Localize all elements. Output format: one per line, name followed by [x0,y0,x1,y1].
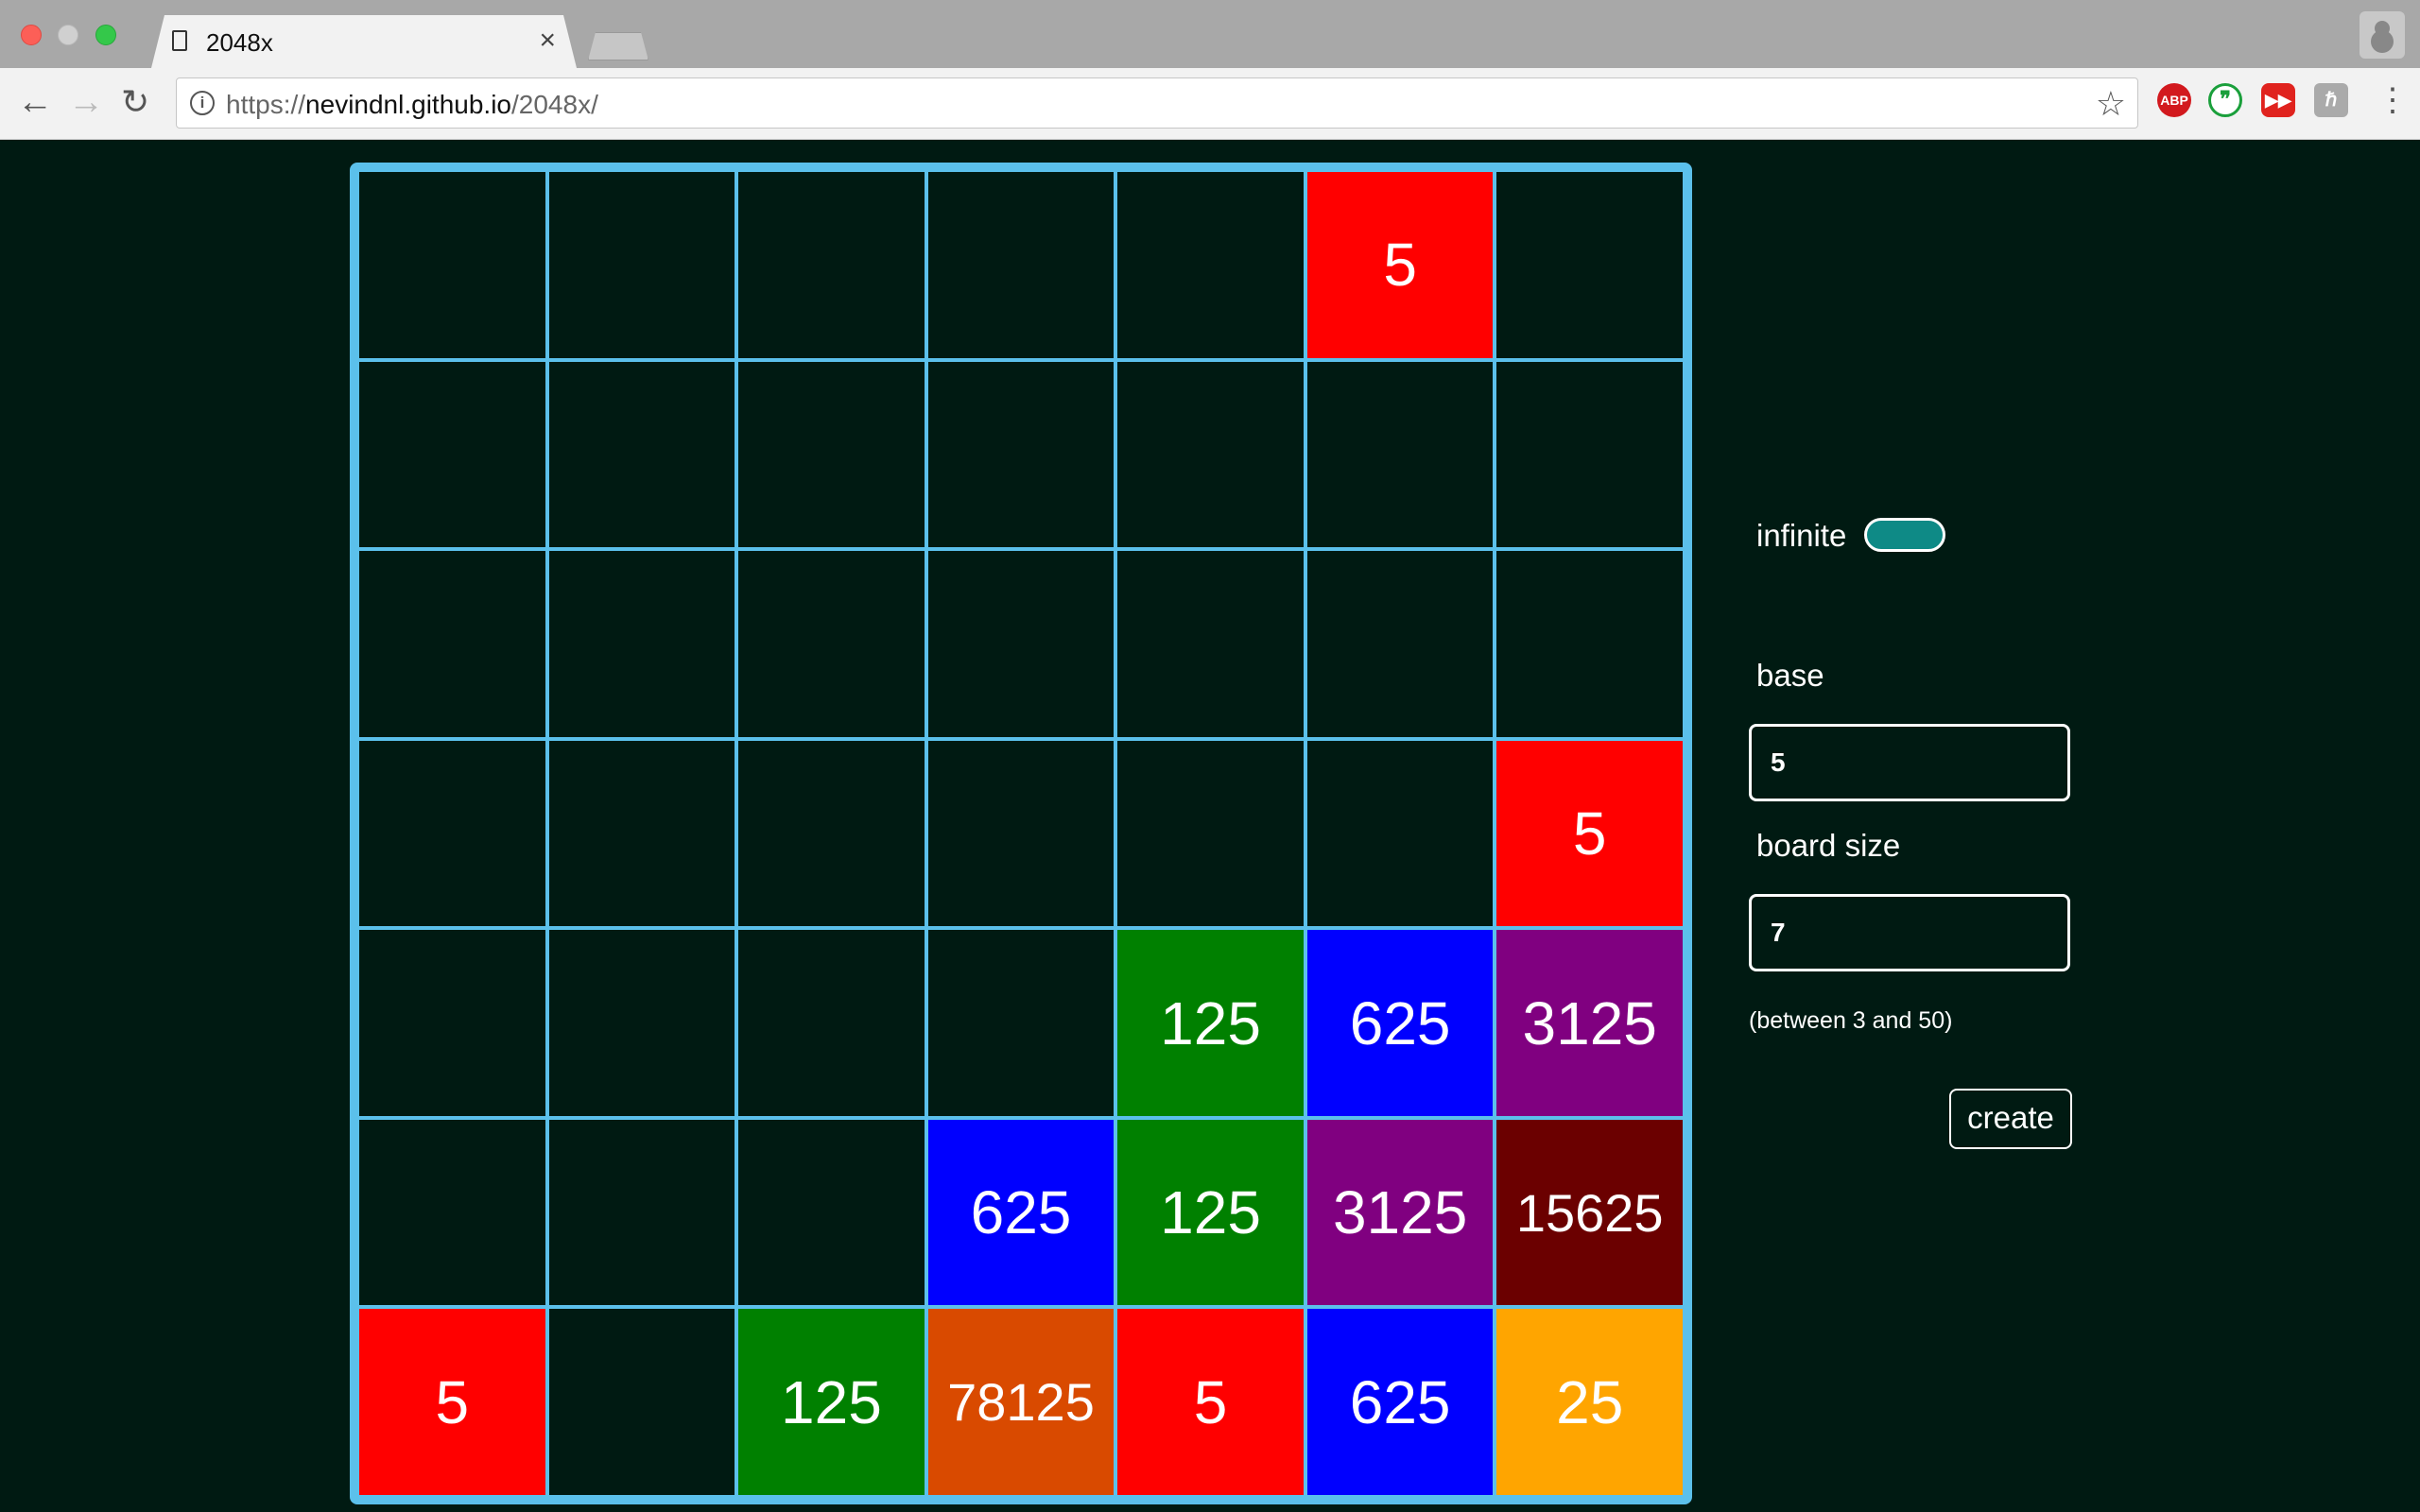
tile: 78125 [927,1309,1115,1495]
empty-cell [548,930,735,1116]
reload-icon[interactable]: ↻ [121,83,149,121]
info-icon[interactable]: i [190,91,215,115]
browser-tab[interactable]: 2048x × [151,15,577,68]
board-grid: 5 5 125 625 3125 625 125 3125 15625 5 125 78125 5 625… [359,172,1683,1495]
adblock-icon[interactable]: ABP [2157,83,2191,117]
empty-cell [1306,740,1494,927]
tile: 5 [1306,172,1494,358]
tile: 25 [1496,1309,1683,1495]
tile: 3125 [1306,1119,1494,1306]
tab-title: 2048x [206,28,273,57]
tile: 625 [927,1119,1115,1306]
empty-cell [1117,172,1304,358]
address-bar[interactable]: i https://nevindnl.github.io/2048x/ ☆ [176,77,2138,129]
settings-panel: infinite base 5 board size 7 (between 3 … [1749,140,2127,1368]
url-text: https://nevindnl.github.io/2048x/ [226,90,598,119]
empty-cell [359,551,545,737]
empty-cell [738,930,925,1116]
empty-cell [359,930,545,1116]
empty-cell [1117,551,1304,737]
tile: 125 [1117,930,1304,1116]
extension-icon[interactable]: ℏ [2314,83,2348,117]
document-icon [172,30,187,51]
empty-cell [1496,551,1683,737]
empty-cell [927,172,1115,358]
empty-cell [359,740,545,927]
board-size-hint: (between 3 and 50) [1749,1007,1953,1034]
browser-menu-icon[interactable]: ⋮ [2377,81,2409,119]
empty-cell [1306,361,1494,548]
empty-cell [927,740,1115,927]
board-size-label: board size [1756,828,1901,863]
tile: 625 [1306,930,1494,1116]
empty-cell [548,1309,735,1495]
game-board[interactable]: 5 5 125 625 3125 625 125 3125 15625 5 125 78125 5 625… [350,163,1692,1504]
empty-cell [1496,361,1683,548]
empty-cell [548,740,735,927]
empty-cell [927,930,1115,1116]
empty-cell [359,361,545,548]
video-extension-icon[interactable]: ▶▶ [2261,83,2295,117]
empty-cell [738,361,925,548]
empty-cell [1306,551,1494,737]
tile: 125 [738,1309,925,1495]
infinite-label: infinite [1756,518,1847,553]
maximize-window-button[interactable] [95,25,116,45]
empty-cell [548,1119,735,1306]
profile-icon[interactable] [2360,11,2405,59]
board-size-input[interactable]: 7 [1749,894,2070,971]
empty-cell [738,551,925,737]
tab-close-icon[interactable]: × [539,25,556,57]
empty-cell [738,1119,925,1306]
base-label: base [1756,658,1824,693]
empty-cell [548,361,735,548]
tile: 125 [1117,1119,1304,1306]
tile: 3125 [1496,930,1683,1116]
tile: 5 [1496,740,1683,927]
empty-cell [738,172,925,358]
create-button[interactable]: create [1949,1089,2072,1149]
hangouts-icon[interactable]: ❞ [2208,83,2242,117]
empty-cell [927,551,1115,737]
empty-cell [927,361,1115,548]
tile: 625 [1306,1309,1494,1495]
empty-cell [738,740,925,927]
empty-cell [1117,740,1304,927]
tile: 5 [1117,1309,1304,1495]
empty-cell [1496,172,1683,358]
empty-cell [548,172,735,358]
base-input[interactable]: 5 [1749,724,2070,801]
forward-arrow-icon[interactable]: → [68,83,104,121]
tile: 15625 [1496,1119,1683,1306]
bookmark-star-icon[interactable]: ☆ [2096,84,2126,124]
empty-cell [359,1119,545,1306]
close-window-button[interactable] [21,25,42,45]
browser-titlebar: 2048x × [0,0,2420,68]
game-page: 5 5 125 625 3125 625 125 3125 15625 5 125 78125 5 625… [0,140,2420,1512]
empty-cell [1117,361,1304,548]
browser-toolbar: ← → ↻ i https://nevindnl.github.io/2048x… [0,68,2420,140]
empty-cell [548,551,735,737]
infinite-toggle[interactable] [1864,518,1945,552]
new-tab-button[interactable] [588,32,648,60]
tile: 5 [359,1309,545,1495]
minimize-window-button[interactable] [58,25,78,45]
back-arrow-icon[interactable]: ← [17,83,53,121]
empty-cell [359,172,545,358]
